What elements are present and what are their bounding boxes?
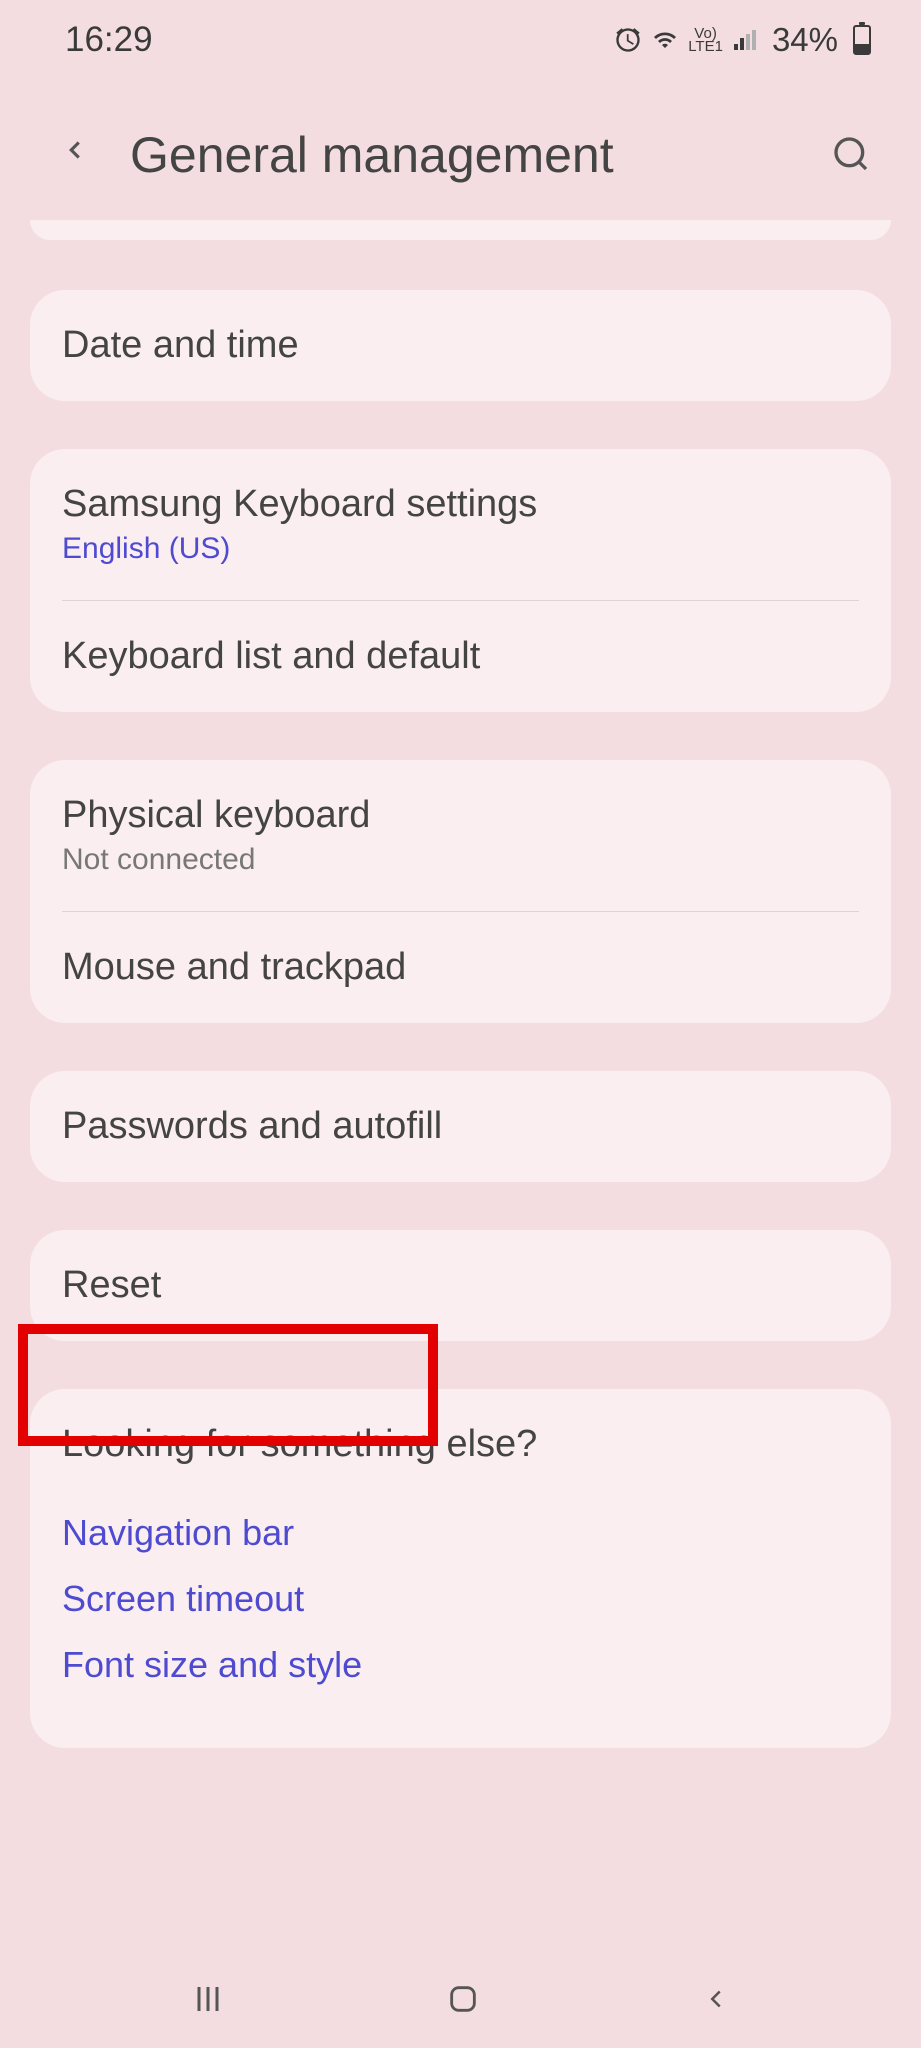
date-time-label: Date and time <box>62 324 859 367</box>
home-button[interactable] <box>426 1962 500 2039</box>
keyboard-card: Samsung Keyboard settings English (US) K… <box>30 449 891 712</box>
wifi-icon <box>650 28 680 52</box>
page-title: General management <box>130 126 791 184</box>
navigation-bar-link[interactable]: Navigation bar <box>62 1500 859 1566</box>
samsung-keyboard-item[interactable]: Samsung Keyboard settings English (US) <box>30 449 891 600</box>
battery-icon <box>853 25 871 55</box>
related-title: Looking for something else? <box>62 1423 859 1466</box>
related-section: Looking for something else? Navigation b… <box>30 1389 891 1748</box>
reset-item[interactable]: Reset <box>30 1230 891 1341</box>
volte-icon: Vo) LTE1 <box>688 27 723 54</box>
home-icon <box>446 1982 480 2016</box>
keyboard-list-label: Keyboard list and default <box>62 635 859 678</box>
reset-label: Reset <box>62 1264 859 1307</box>
status-bar: 16:29 Vo) LTE1 34% <box>0 0 921 70</box>
physical-keyboard-subtitle: Not connected <box>62 843 859 877</box>
input-card: Physical keyboard Not connected Mouse an… <box>30 760 891 1023</box>
physical-keyboard-item[interactable]: Physical keyboard Not connected <box>30 760 891 911</box>
content-area: Date and time Samsung Keyboard settings … <box>0 220 921 1748</box>
samsung-keyboard-label: Samsung Keyboard settings <box>62 483 859 526</box>
keyboard-list-item[interactable]: Keyboard list and default <box>30 601 891 712</box>
screen-timeout-link[interactable]: Screen timeout <box>62 1566 859 1632</box>
date-time-card: Date and time <box>30 290 891 401</box>
status-right: Vo) LTE1 34% <box>614 21 871 59</box>
scroll-indicator <box>30 220 891 240</box>
recents-icon <box>190 1981 226 2017</box>
search-icon <box>831 134 871 174</box>
battery-percent: 34% <box>772 21 838 59</box>
font-size-link[interactable]: Font size and style <box>62 1632 859 1698</box>
mouse-trackpad-item[interactable]: Mouse and trackpad <box>30 912 891 1023</box>
navigation-bar <box>0 1953 921 2048</box>
alarm-icon <box>614 26 642 54</box>
passwords-autofill-label: Passwords and autofill <box>62 1105 859 1148</box>
chevron-left-icon <box>60 130 90 170</box>
physical-keyboard-label: Physical keyboard <box>62 794 859 837</box>
back-nav-button[interactable] <box>681 1961 751 2040</box>
passwords-card: Passwords and autofill <box>30 1071 891 1182</box>
chevron-left-icon <box>701 1981 731 2017</box>
passwords-autofill-item[interactable]: Passwords and autofill <box>30 1071 891 1182</box>
back-button[interactable] <box>50 120 100 190</box>
date-time-item[interactable]: Date and time <box>30 290 891 401</box>
mouse-trackpad-label: Mouse and trackpad <box>62 946 859 989</box>
status-time: 16:29 <box>65 20 153 60</box>
signal-icon <box>731 28 757 52</box>
status-icons: Vo) LTE1 <box>614 26 757 54</box>
search-button[interactable] <box>821 124 881 187</box>
reset-card: Reset <box>30 1230 891 1341</box>
page-header: General management <box>0 70 921 220</box>
samsung-keyboard-subtitle: English (US) <box>62 532 859 566</box>
recents-button[interactable] <box>170 1961 246 2040</box>
